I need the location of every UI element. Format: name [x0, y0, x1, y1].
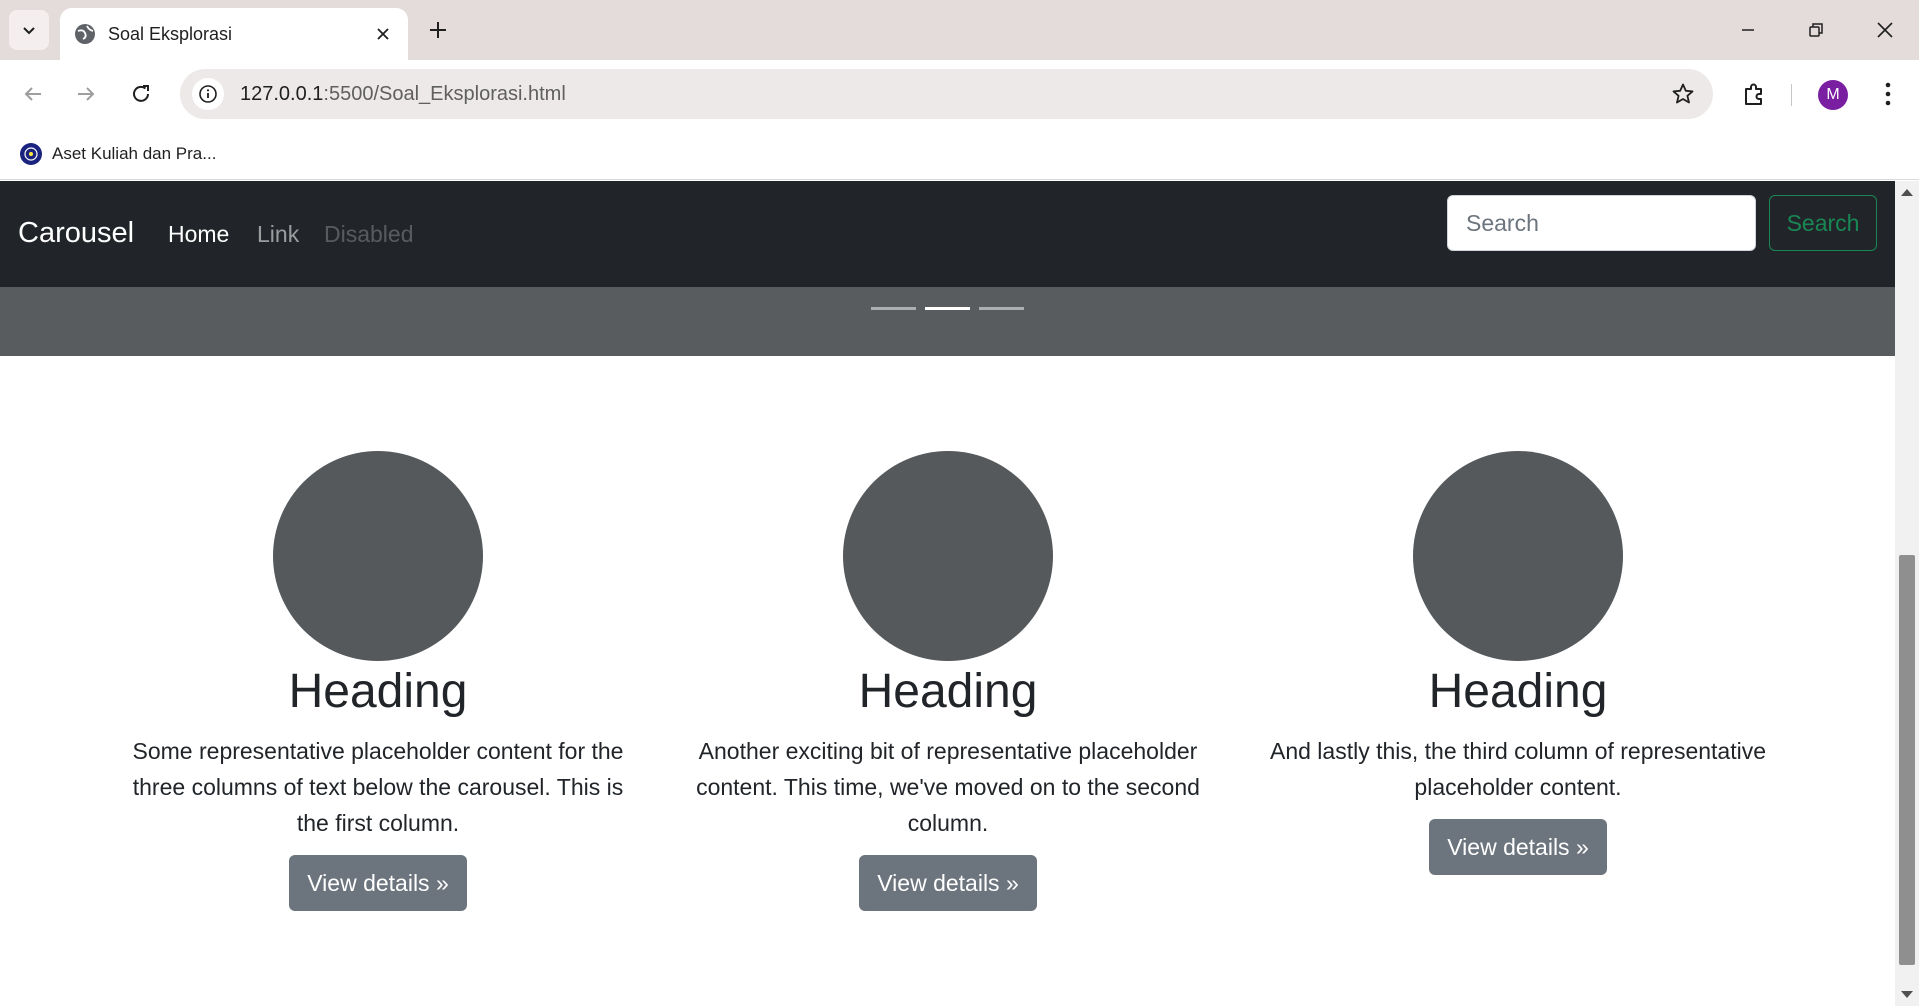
placeholder-image: [1413, 451, 1623, 661]
plus-icon: [430, 22, 446, 38]
arrow-right-icon: [78, 87, 95, 101]
page-viewport: Carousel Home Link Disabled Search Headi…: [0, 181, 1895, 1006]
url-text[interactable]: 127.0.0.1:5500/Soal_Eksplorasi.html: [240, 83, 566, 106]
navbar-brand[interactable]: Carousel: [18, 217, 134, 250]
toolbar-divider: [1791, 84, 1792, 106]
address-bar[interactable]: 127.0.0.1:5500/Soal_Eksplorasi.html: [180, 69, 1713, 119]
url-path: :5500/Soal_Eksplorasi.html: [323, 82, 566, 105]
placeholder-image: [273, 451, 483, 661]
carousel-indicator-1[interactable]: [871, 307, 916, 310]
restore-button[interactable]: [1782, 0, 1850, 60]
feature-column-3: Heading And lastly this, the third colum…: [1258, 451, 1778, 875]
restore-icon: [1809, 23, 1823, 37]
search-button[interactable]: Search: [1769, 195, 1877, 251]
active-tab[interactable]: Soal Eksplorasi: [60, 8, 408, 60]
close-icon: [1877, 22, 1893, 38]
bookmarks-bar: Aset Kuliah dan Pra...: [0, 128, 1919, 180]
kebab-menu-icon: [1885, 82, 1891, 106]
browser-menu-button[interactable]: [1870, 74, 1906, 114]
carousel-indicator-3[interactable]: [979, 307, 1024, 310]
extensions-button[interactable]: [1734, 74, 1774, 114]
forward-button[interactable]: [66, 74, 106, 114]
tab-title: Soal Eksplorasi: [108, 23, 233, 44]
reload-icon: [133, 85, 149, 102]
column-text: Another exciting bit of representative p…: [696, 737, 1200, 836]
site-navbar: Carousel Home Link Disabled Search: [0, 181, 1895, 287]
scroll-up-arrow-icon[interactable]: [1901, 189, 1913, 196]
star-icon: [1672, 83, 1694, 104]
column-heading: Heading: [858, 665, 1038, 718]
view-details-button[interactable]: View details »: [1429, 818, 1607, 875]
bookmark-star-button[interactable]: [1669, 80, 1697, 108]
column-text: And lastly this, the third column of rep…: [1269, 737, 1767, 800]
minimize-button[interactable]: [1714, 0, 1782, 60]
scroll-down-arrow-icon[interactable]: [1901, 991, 1913, 998]
back-button[interactable]: [13, 74, 53, 114]
placeholder-image: [843, 451, 1053, 661]
feature-column-2: Heading Another exciting bit of represen…: [688, 451, 1208, 911]
url-host: 127.0.0.1: [240, 82, 324, 105]
carousel-indicator-2[interactable]: [925, 307, 970, 310]
nav-link-home[interactable]: Home: [168, 221, 229, 248]
info-icon: [199, 85, 217, 103]
close-tab-button[interactable]: [372, 23, 394, 45]
chevron-down-icon: [23, 27, 35, 35]
scrollbar-thumb[interactable]: [1899, 555, 1915, 965]
site-info-button[interactable]: [192, 78, 224, 110]
new-tab-button[interactable]: [420, 12, 456, 48]
reload-button[interactable]: [121, 74, 161, 114]
view-details-button[interactable]: View details »: [289, 854, 467, 911]
column-heading: Heading: [288, 665, 468, 718]
view-details-button[interactable]: View details »: [859, 854, 1037, 911]
close-window-button[interactable]: [1851, 0, 1919, 60]
nav-link-disabled: Disabled: [324, 221, 414, 247]
page-scrollbar[interactable]: [1895, 181, 1919, 1006]
carousel: [0, 287, 1895, 356]
browser-toolbar: 127.0.0.1:5500/Soal_Eksplorasi.html: [0, 60, 1919, 128]
minimize-icon: [1742, 29, 1754, 31]
bookmark-item[interactable]: Aset Kuliah dan Pra...: [14, 138, 222, 170]
nav-link-link[interactable]: Link: [257, 221, 299, 248]
column-text: Some representative placeholder content …: [132, 737, 624, 836]
search-input[interactable]: [1447, 195, 1756, 251]
browser-tab-bar: Soal Eksplorasi: [0, 0, 1919, 60]
bookmark-label: Aset Kuliah dan Pra...: [52, 144, 217, 163]
close-icon: [377, 28, 389, 40]
puzzle-icon: [1745, 83, 1762, 105]
arrow-left-icon: [24, 87, 41, 101]
profile-avatar[interactable]: M: [1818, 80, 1848, 110]
university-logo-icon: [20, 143, 42, 165]
globe-icon: [75, 24, 95, 44]
column-heading: Heading: [1428, 665, 1608, 718]
tab-search-button[interactable]: [9, 10, 49, 50]
feature-column-1: Heading Some representative placeholder …: [118, 451, 638, 911]
